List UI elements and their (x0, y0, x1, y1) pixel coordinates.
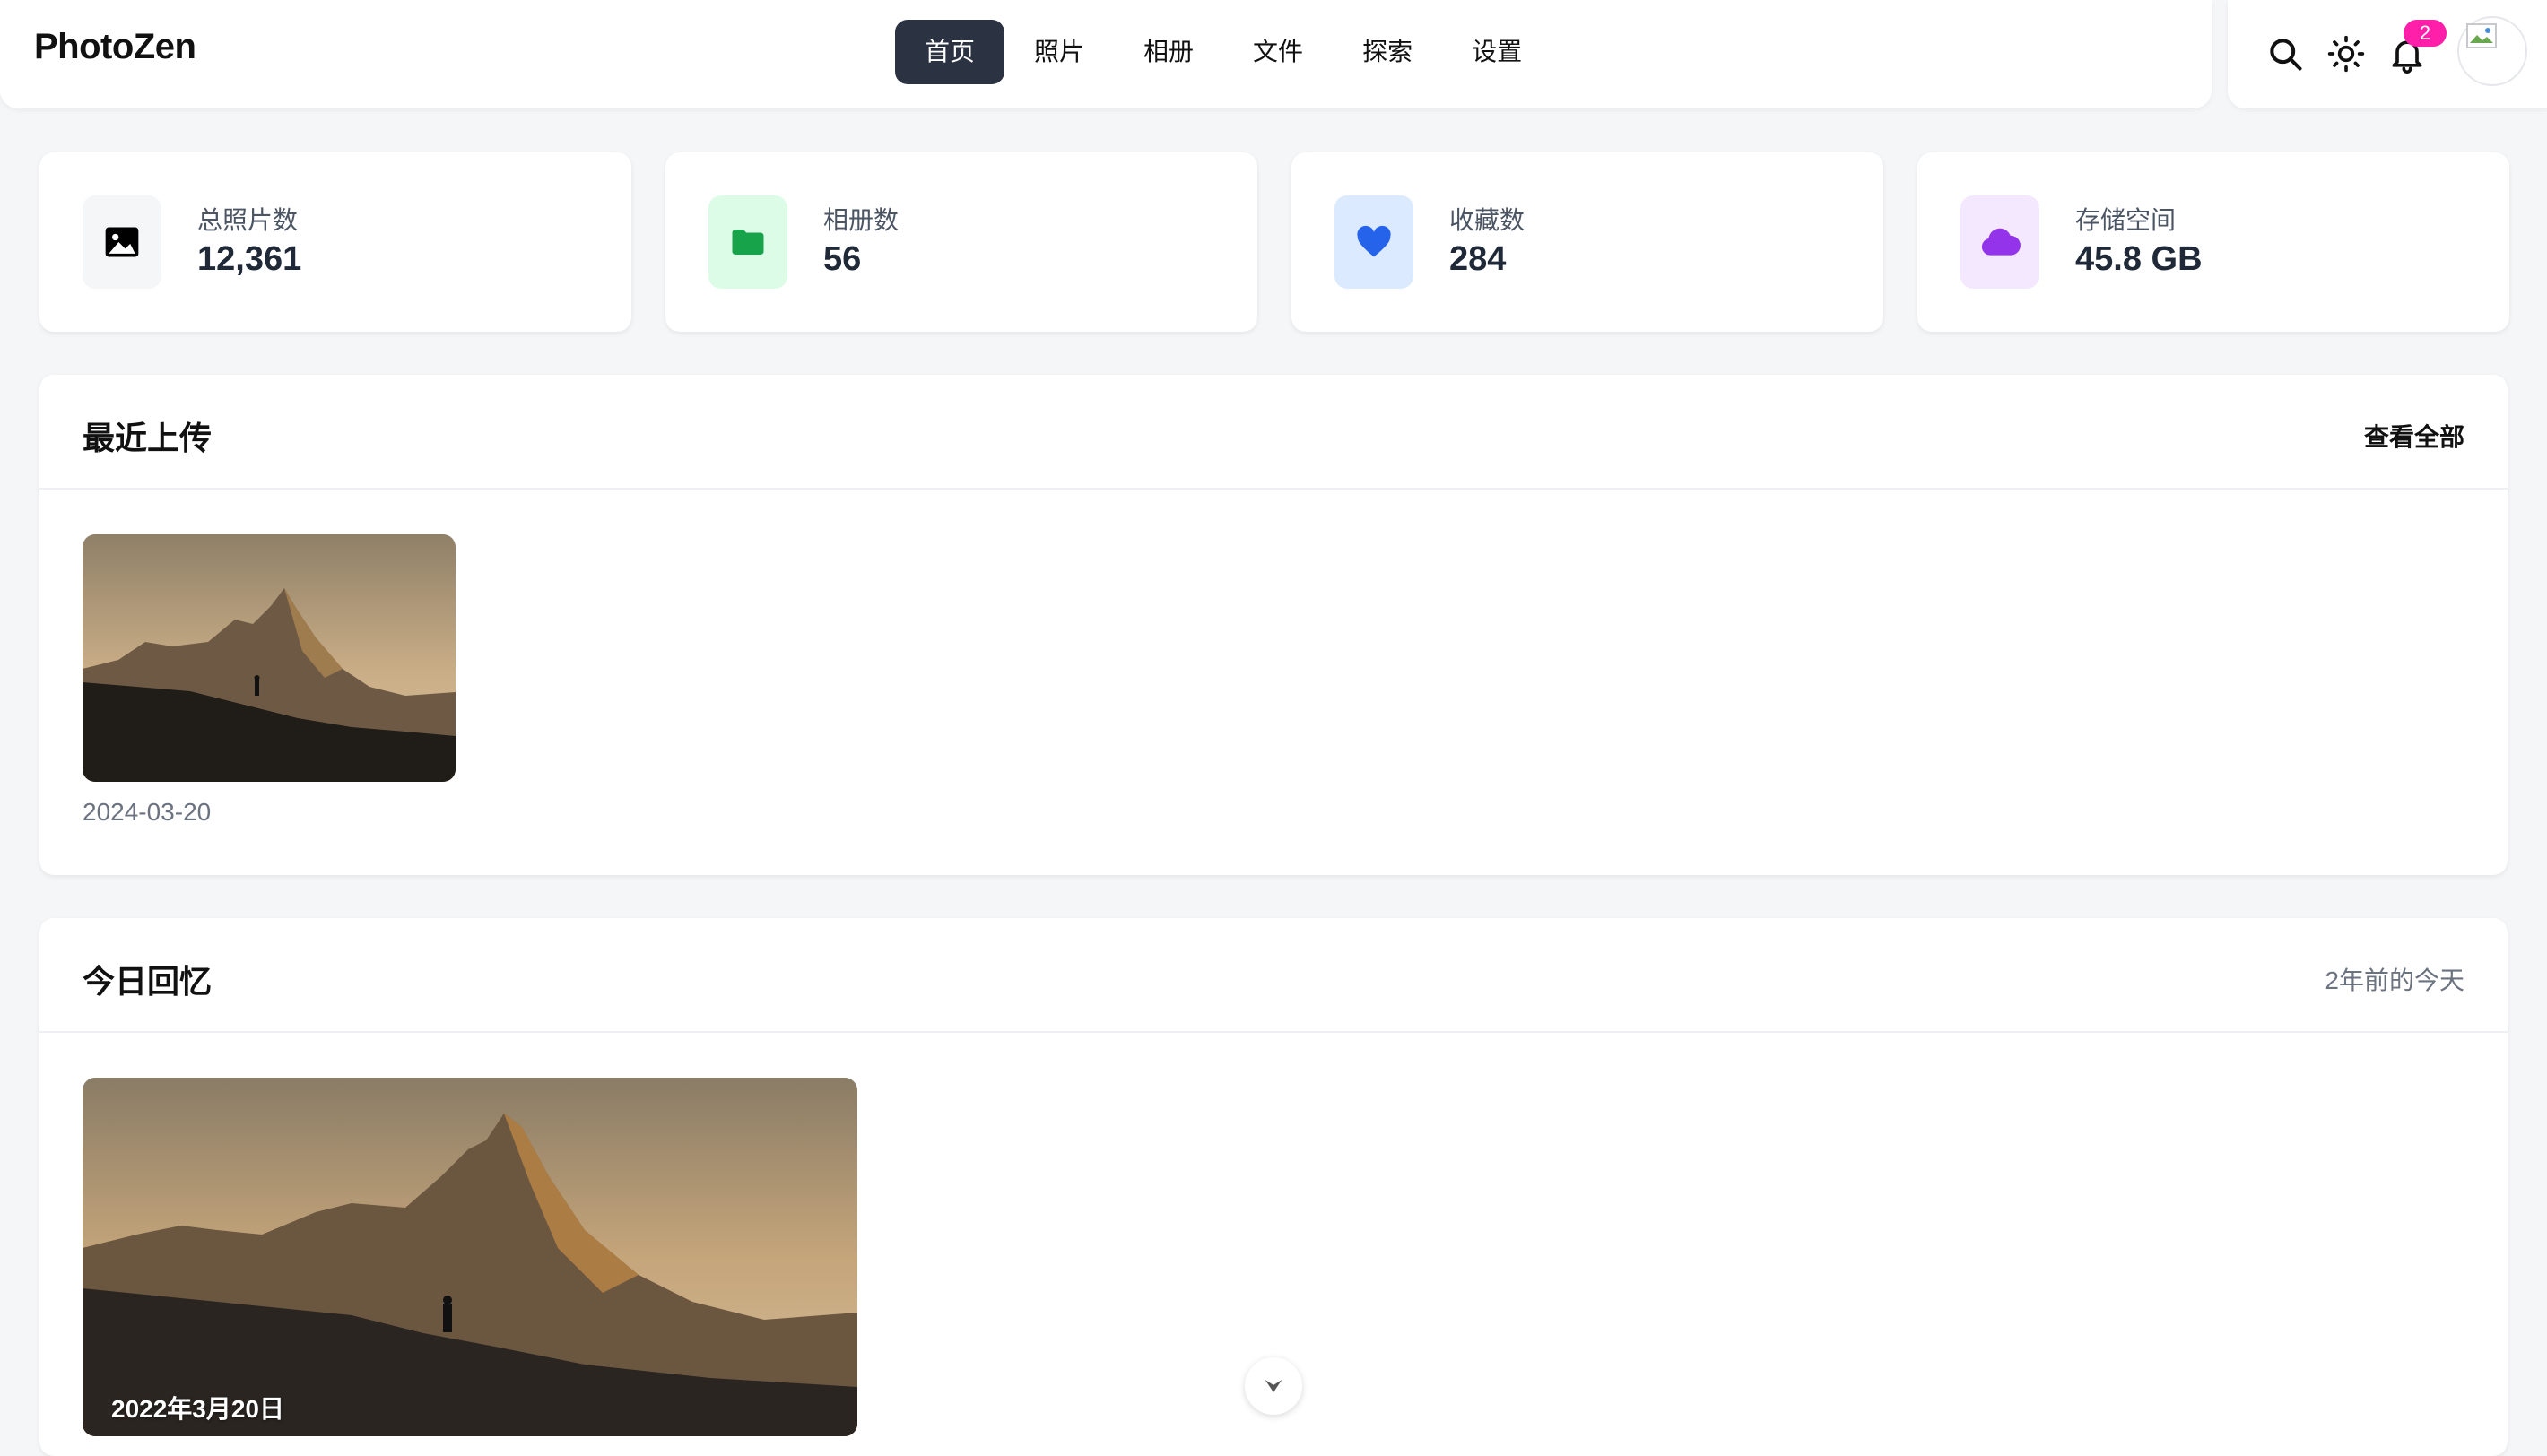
stat-card-storage[interactable]: 存储空间 45.8 GB (1917, 152, 2509, 332)
stat-card-photos[interactable]: 总照片数 12,361 (39, 152, 631, 332)
view-all-link[interactable]: 查看全部 (2364, 418, 2464, 454)
sun-icon[interactable] (2326, 34, 2366, 74)
image-icon (83, 195, 161, 289)
memory-caption: 2022年3月20日 (111, 1395, 285, 1423)
stat-card-albums[interactable]: 相册数 56 (665, 152, 1257, 332)
search-icon[interactable] (2265, 34, 2305, 74)
section-header: 今日回忆 2年前的今天 (39, 918, 2508, 1033)
cloud-icon (1960, 195, 2039, 289)
recent-uploads-section: 最近上传 查看全部 2024-03-20 (39, 375, 2508, 875)
section-subtitle: 2年前的今天 (2325, 966, 2464, 994)
nav-item-albums[interactable]: 相册 (1114, 20, 1223, 84)
stat-value: 284 (1449, 240, 1507, 278)
main-nav: 首页 照片 相册 文件 探索 设置 (895, 20, 1552, 84)
section-header: 最近上传 查看全部 (39, 375, 2508, 490)
stat-card-favorites[interactable]: 收藏数 284 (1291, 152, 1883, 332)
avatar[interactable] (2457, 16, 2527, 86)
nav-item-photos[interactable]: 照片 (1004, 20, 1114, 84)
app-logo[interactable]: PhotoZen (34, 27, 196, 67)
stat-value: 12,361 (197, 240, 302, 278)
nav-item-explore[interactable]: 探索 (1333, 20, 1442, 84)
nav-item-settings[interactable]: 设置 (1442, 20, 1552, 84)
scroll-down-button[interactable] (1245, 1357, 1302, 1415)
broken-image-icon (2466, 23, 2497, 48)
nav-item-files[interactable]: 文件 (1223, 20, 1333, 84)
nav-item-home[interactable]: 首页 (895, 20, 1005, 84)
memory-photo[interactable] (83, 1078, 857, 1436)
stat-label: 总照片数 (197, 206, 299, 234)
notification-badge: 2 (2404, 20, 2447, 47)
stat-label: 相册数 (823, 206, 900, 234)
top-navigation-bar: PhotoZen 首页 照片 相册 文件 探索 设置 (0, 0, 2212, 108)
stat-label: 存储空间 (2075, 206, 2177, 234)
section-title: 最近上传 (83, 420, 213, 456)
folder-icon (708, 195, 787, 289)
chevron-down-icon (1265, 1380, 1282, 1392)
photo-thumbnail[interactable] (83, 534, 456, 782)
photo-date: 2024-03-20 (83, 798, 212, 826)
stat-value: 45.8 GB (2075, 240, 2203, 278)
heart-icon (1334, 195, 1413, 289)
stat-label: 收藏数 (1449, 206, 1526, 234)
stat-value: 56 (823, 240, 862, 278)
section-title: 今日回忆 (83, 963, 213, 1000)
